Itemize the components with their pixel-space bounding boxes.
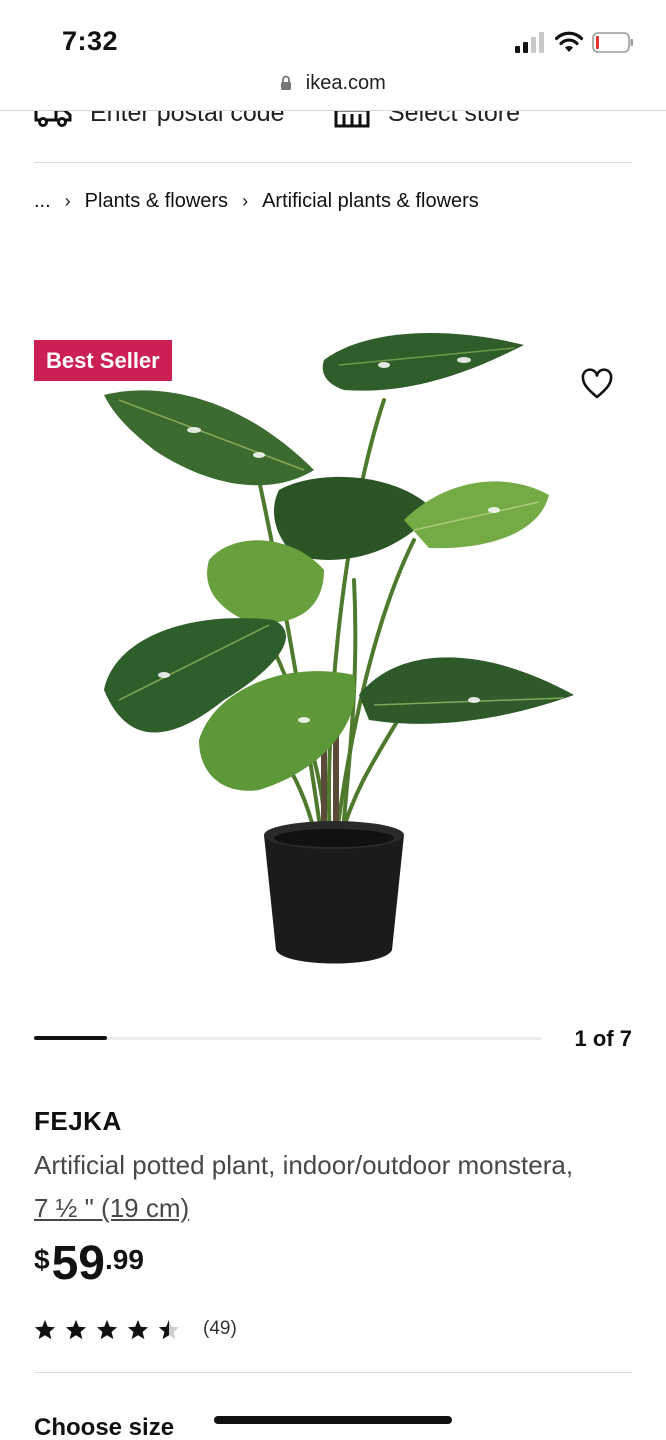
product-description-text: Artificial potted plant, indoor/outdoor … <box>34 1150 574 1180</box>
cellular-signal-icon <box>515 32 544 53</box>
carousel-progress-indicator <box>34 1036 107 1040</box>
chevron-right-icon: › <box>242 191 249 211</box>
price-decimals: .99 <box>104 1244 144 1275</box>
price-integer: 59 <box>51 1237 105 1290</box>
breadcrumb-item-plants-flowers[interactable]: Plants & flowers <box>85 190 228 213</box>
product-description: Artificial potted plant, indoor/outdoor … <box>34 1144 594 1230</box>
select-store-button[interactable]: Select store <box>334 99 521 128</box>
product-image-monstera <box>104 333 574 964</box>
chevron-right-icon: › <box>64 191 71 211</box>
url-bar[interactable]: ikea.com <box>0 72 666 102</box>
best-seller-badge: Best Seller <box>34 340 172 381</box>
product-rating[interactable]: (49) <box>34 1318 237 1340</box>
status-time: 7:32 <box>62 26 119 56</box>
half-star-icon <box>158 1319 180 1339</box>
home-indicator <box>214 1416 452 1424</box>
url-domain: ikea.com <box>305 72 386 94</box>
product-image-carousel[interactable]: Best Seller <box>34 320 632 980</box>
store-icon <box>334 111 370 127</box>
star-icon <box>96 1319 118 1339</box>
postal-code-label: Enter postal code <box>90 99 285 127</box>
product-name: FEJKA <box>34 1106 122 1136</box>
lock-icon <box>281 75 292 90</box>
wifi-icon <box>554 31 584 52</box>
star-icon <box>65 1319 87 1339</box>
postal-code-button[interactable]: Enter postal code <box>34 99 285 128</box>
url-divider <box>0 110 666 111</box>
header-divider <box>34 162 632 163</box>
rating-count: (49) <box>203 1318 237 1339</box>
breadcrumb: ... › Plants & flowers › Artificial plan… <box>34 190 479 213</box>
carousel-position: 1 of 7 <box>574 1026 632 1051</box>
carousel-progress-track <box>34 1037 542 1040</box>
price-currency: $ <box>34 1244 50 1275</box>
product-price: $ 59 .99 <box>34 1238 144 1290</box>
heart-icon[interactable] <box>580 368 614 400</box>
choose-size-heading[interactable]: Choose size <box>34 1414 174 1440</box>
battery-icon <box>592 32 633 53</box>
rating-divider <box>34 1372 632 1373</box>
breadcrumb-item-artificial-plants[interactable]: Artificial plants & flowers <box>262 190 479 213</box>
star-icon <box>127 1319 149 1339</box>
status-bar: 7:32 <box>0 0 666 70</box>
product-size-link[interactable]: 7 ½ " (19 cm) <box>34 1193 189 1223</box>
select-store-label: Select store <box>388 99 521 127</box>
breadcrumb-ellipsis[interactable]: ... <box>34 190 51 213</box>
star-icon <box>34 1319 56 1339</box>
delivery-truck-icon <box>34 111 72 127</box>
